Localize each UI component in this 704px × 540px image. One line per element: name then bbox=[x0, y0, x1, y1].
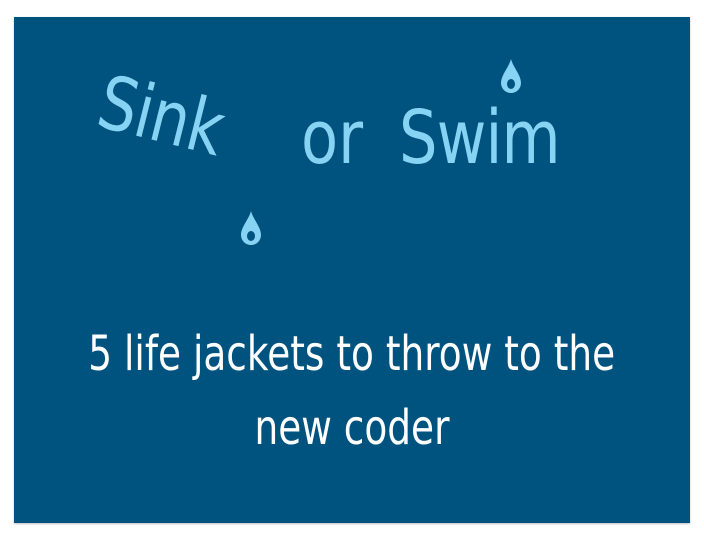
title-word-or: or bbox=[301, 95, 364, 181]
water-drop-icon bbox=[241, 211, 261, 245]
subtitle-line-2: new coder bbox=[254, 400, 450, 456]
subtitle-line-1: 5 life jackets to throw to the bbox=[88, 326, 616, 382]
subtitle: 5 life jackets to throw to the new coder bbox=[14, 317, 690, 465]
title-slide: Sink or Swim 5 life jackets to throw to … bbox=[14, 17, 690, 523]
title-word-swim: Swim bbox=[399, 95, 561, 181]
water-drop-icon bbox=[501, 59, 521, 93]
title-word-sink: Sink bbox=[89, 59, 233, 174]
